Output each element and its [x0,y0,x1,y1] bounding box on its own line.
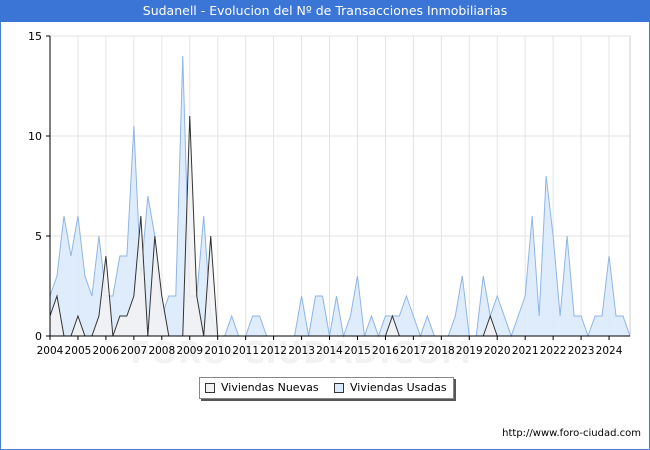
x-tick-label: 2016 [372,345,399,357]
chart-svg: 0510152004 2005 2006 2007 2008 2009 2010 2011 20… [28,30,631,357]
legend-item-nuevas: Viviendas Nuevas [205,381,319,394]
x-tick-label: 2011 [232,345,259,357]
y-tick-label: 10 [28,130,42,143]
x-tick-label: 2013 [288,345,315,357]
x-tick-label: 2019 [456,345,483,357]
x-tick-label: 2018 [428,345,455,357]
y-tick-label: 0 [35,330,42,343]
x-tick-label: 2023 [568,345,595,357]
x-tick-label: 2024 [596,345,623,357]
footer-url: http://www.foro-ciudad.com [502,428,641,439]
x-tick-label: 2021 [512,345,539,357]
legend-swatch-usadas [334,382,344,393]
x-tick-label: 2007 [120,345,147,357]
legend: Viviendas Nuevas Viviendas Usadas [199,377,454,399]
x-tick-label: 2015 [344,345,371,357]
x-tick-label: 2008 [148,345,175,357]
x-tick-label: 2004 [37,345,64,357]
chart-title: Sudanell - Evolucion del Nº de Transacci… [0,0,650,22]
legend-label-usadas: Viviendas Usadas [350,381,447,394]
x-tick-label: 2005 [65,345,92,357]
legend-item-usadas: Viviendas Usadas [334,381,447,394]
x-tick-label: 2020 [484,345,511,357]
x-tick-label: 2022 [540,345,567,357]
y-tick-label: 5 [35,230,42,243]
y-tick-label: 15 [28,30,42,43]
x-tick-label: 2010 [204,345,231,357]
legend-swatch-nuevas [205,382,215,393]
x-tick-label: 2017 [400,345,427,357]
x-tick-label: 2012 [260,345,287,357]
legend-label-nuevas: Viviendas Nuevas [221,381,319,394]
x-tick-label: 2006 [93,345,120,357]
x-tick-label: 2009 [176,345,203,357]
x-tick-label: 2014 [316,345,343,357]
